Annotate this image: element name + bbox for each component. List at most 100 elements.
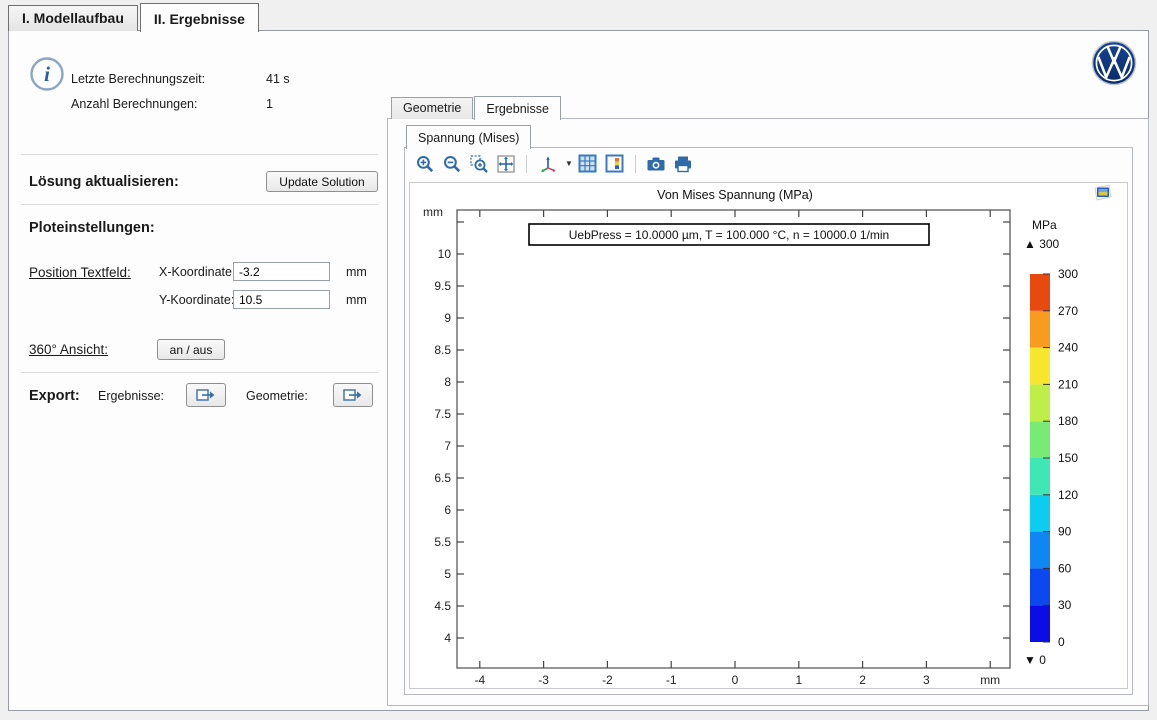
plot-title: Von Mises Spannung (MPa)	[657, 188, 813, 202]
svg-text:210: 210	[1058, 377, 1078, 391]
stress-contour-field	[484, 237, 985, 658]
export-geometry-button[interactable]	[333, 383, 373, 407]
last-computation-label: Letzte Berechnungszeit:	[71, 72, 205, 86]
svg-text:7.5: 7.5	[434, 407, 451, 421]
plot-annotation-text: UebPress = 10.0000 µm, T = 100.000 °C, n…	[569, 228, 889, 242]
x-coordinate-label: X-Koordinate:	[159, 265, 235, 279]
grid-icon[interactable]	[576, 152, 600, 176]
plot-tabstrip: Spannung (Mises)	[406, 125, 532, 148]
export-geometry-label: Geometrie:	[246, 389, 308, 403]
tab-modellaufbau[interactable]: I. Modellaufbau	[8, 5, 138, 31]
svg-text:-1: -1	[666, 673, 677, 687]
svg-text:9.5: 9.5	[434, 279, 451, 293]
internal-arc-line	[613, 574, 857, 598]
svg-text:3: 3	[923, 673, 930, 687]
svg-text:300: 300	[1058, 267, 1078, 281]
axis-ticks	[457, 210, 1010, 668]
zoom-out-icon[interactable]	[440, 152, 464, 176]
flux-barrier-hole	[597, 442, 694, 552]
text-position-label: Position Textfeld:	[29, 265, 131, 280]
svg-text:MPa: MPa	[1032, 218, 1057, 232]
svg-text:i: i	[44, 62, 50, 86]
axes-frame	[457, 210, 1010, 668]
svg-text:0: 0	[1058, 635, 1065, 649]
computation-count-label: Anzahl Berechnungen:	[71, 97, 197, 111]
divider	[21, 204, 378, 205]
teardrop-hole	[905, 289, 955, 365]
camera-icon[interactable]	[644, 152, 668, 176]
x-coordinate-input[interactable]	[233, 262, 330, 281]
svg-text:240: 240	[1058, 341, 1078, 355]
svg-text:5: 5	[444, 567, 451, 581]
zoom-extents-icon[interactable]	[494, 152, 518, 176]
graphics-tabstrip: Geometrie Ergebnisse	[391, 96, 562, 119]
svg-text:-3: -3	[538, 673, 549, 687]
view-orientation-dropdown-icon[interactable]: ▼	[565, 159, 573, 168]
print-icon[interactable]	[671, 152, 695, 176]
tab-spannung-mises[interactable]: Spannung (Mises)	[406, 125, 531, 149]
vw-logo	[1091, 40, 1137, 86]
svg-text:1: 1	[795, 673, 802, 687]
flux-barrier-hole	[776, 442, 873, 552]
svg-text:▼ 0: ▼ 0	[1024, 653, 1046, 667]
svg-text:4: 4	[444, 631, 451, 645]
view-orientation-icon[interactable]	[535, 152, 563, 176]
app-window: i Letzte Berechnungszeit: 41 s Anzahl Be…	[8, 30, 1149, 711]
svg-text:▲ 300: ▲ 300	[1024, 237, 1060, 251]
svg-text:6.5: 6.5	[434, 471, 451, 485]
plot-settings-heading: Ploteinstellungen:	[29, 220, 155, 236]
svg-text:150: 150	[1058, 451, 1078, 465]
contour-plot: Von Mises Spannung (MPa) UebPress = 10.0…	[410, 183, 1127, 688]
last-computation-value: 41 s	[266, 72, 290, 86]
svg-text:-4: -4	[474, 673, 485, 687]
view-360-toggle-button[interactable]: an / aus	[157, 339, 225, 360]
computation-count-value: 1	[266, 97, 273, 111]
tab-geometrie[interactable]: Geometrie	[391, 97, 473, 119]
colorbar	[1030, 274, 1050, 642]
axis-tick-labels: -4-3-2-10123mm109.598.587.576.565.554.54	[434, 247, 1000, 687]
svg-text:90: 90	[1058, 525, 1072, 539]
export-icon	[196, 388, 216, 402]
svg-text:10: 10	[438, 247, 452, 261]
main-tabstrip: I. Modellaufbau II. Ergebnisse	[8, 3, 261, 31]
y-unit-label: mm	[346, 293, 367, 307]
tab-ergebnisse[interactable]: II. Ergebnisse	[140, 3, 259, 32]
svg-text:6: 6	[444, 503, 451, 517]
tab-ergebnisse-graphics[interactable]: Ergebnisse	[474, 96, 561, 120]
svg-text:8.5: 8.5	[434, 343, 451, 357]
export-results-button[interactable]	[186, 383, 226, 407]
graphics-toolbar: ▼	[413, 150, 695, 177]
svg-text:30: 30	[1058, 598, 1072, 612]
plot-canvas[interactable]: Von Mises Spannung (MPa) UebPress = 10.0…	[409, 182, 1128, 689]
svg-text:7: 7	[444, 439, 451, 453]
rotor-sector-outline	[485, 237, 986, 658]
svg-text:9: 9	[444, 311, 451, 325]
svg-text:180: 180	[1058, 414, 1078, 428]
update-solution-button[interactable]: Update Solution	[266, 171, 378, 192]
y-coordinate-input[interactable]	[233, 290, 330, 309]
y-coordinate-label: Y-Koordinate:	[159, 293, 234, 307]
svg-text:8: 8	[444, 375, 451, 389]
svg-text:5.5: 5.5	[434, 535, 451, 549]
y-axis-unit-label: mm	[423, 205, 443, 219]
divider	[21, 154, 378, 155]
zoom-in-icon[interactable]	[413, 152, 437, 176]
color-legend-icon[interactable]	[603, 152, 627, 176]
toolbar-separator	[526, 155, 527, 173]
svg-text:4.5: 4.5	[434, 599, 451, 613]
export-icon	[343, 388, 363, 402]
divider	[21, 372, 378, 373]
export-results-label: Ergebnisse:	[98, 389, 164, 403]
zoom-box-icon[interactable]	[467, 152, 491, 176]
svg-text:0: 0	[732, 673, 739, 687]
svg-text:2: 2	[859, 673, 866, 687]
detach-plot-icon[interactable]	[1095, 185, 1111, 200]
toolbar-separator	[635, 155, 636, 173]
svg-text:120: 120	[1058, 488, 1078, 502]
magnet-slot-highlight	[570, 322, 899, 374]
view-360-label: 360° Ansicht:	[29, 342, 108, 357]
x-unit-label: mm	[346, 265, 367, 279]
svg-text:60: 60	[1058, 561, 1072, 575]
export-heading: Export:	[29, 388, 80, 404]
teardrop-hole	[515, 289, 565, 365]
